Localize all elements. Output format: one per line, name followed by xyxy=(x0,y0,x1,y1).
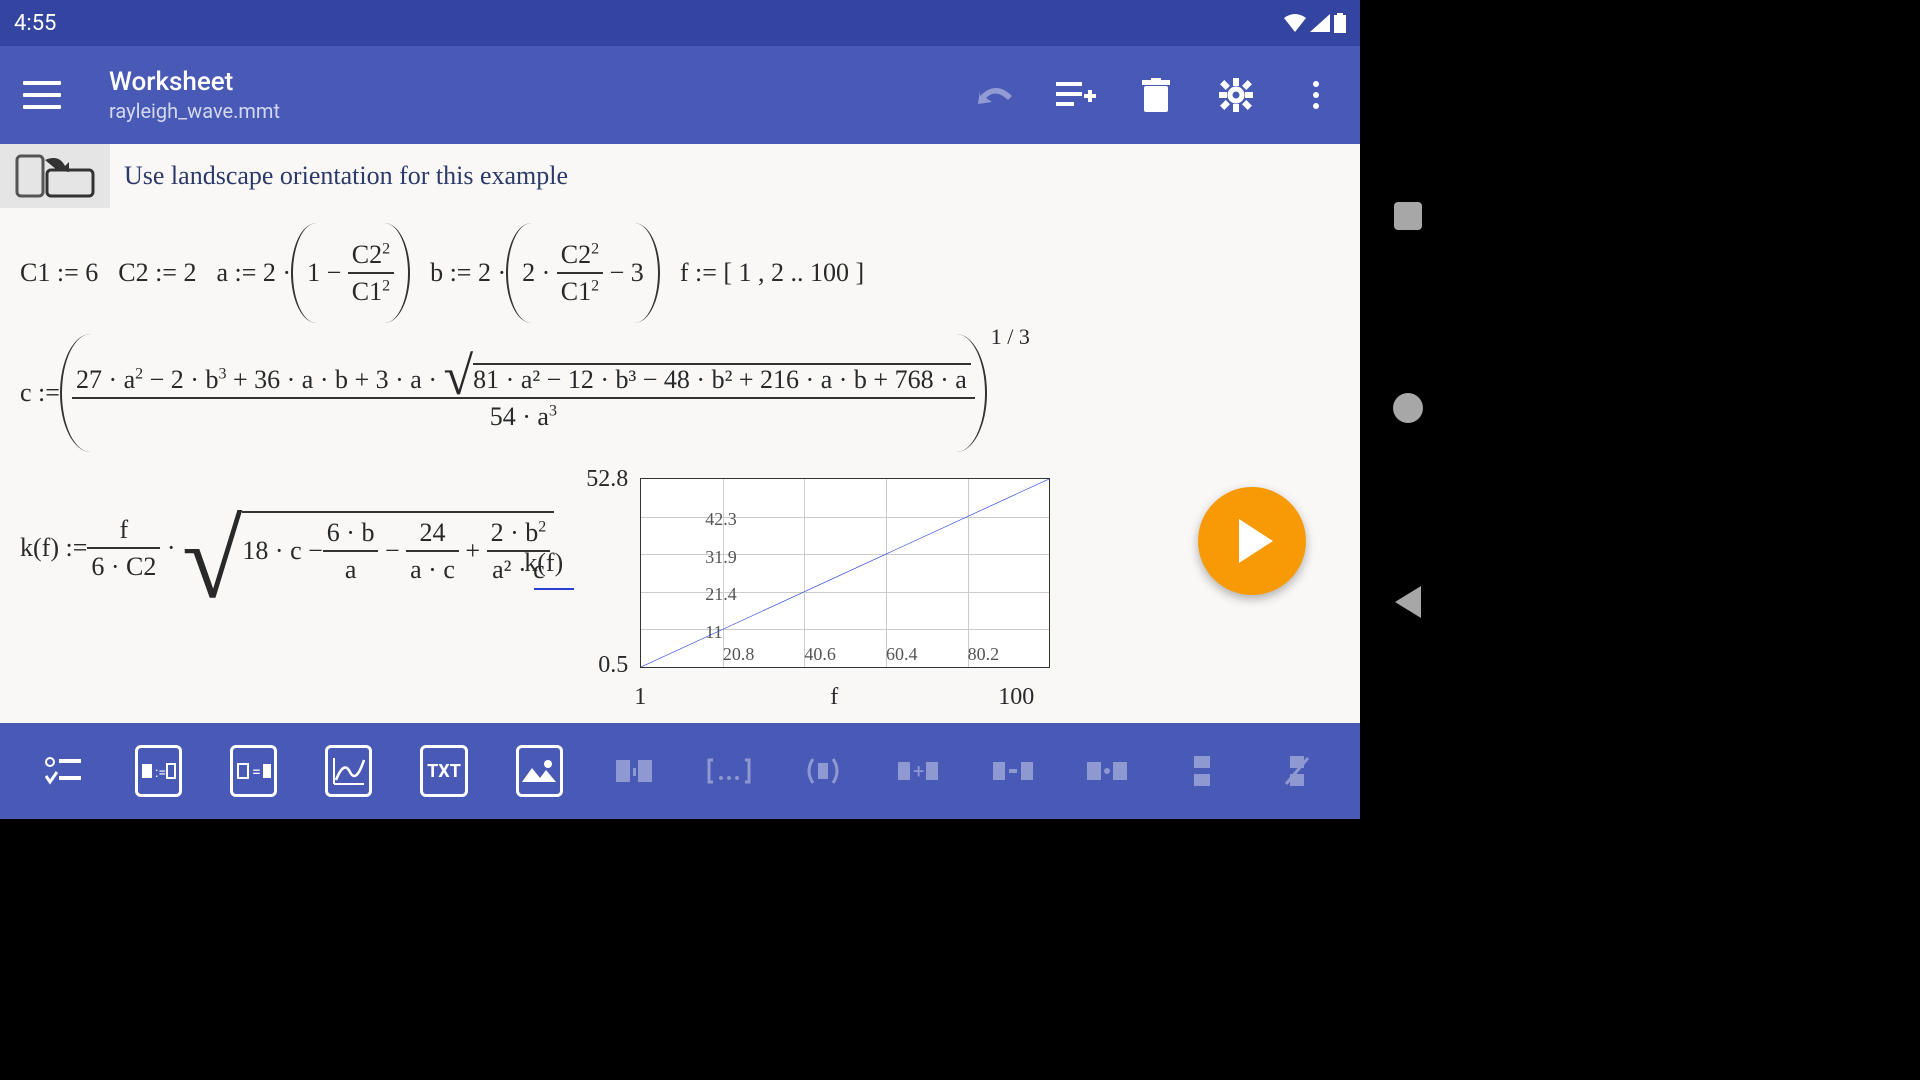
stack-icon xyxy=(1190,754,1214,788)
tool-frac[interactable] xyxy=(1273,745,1320,797)
span-add-icon: + xyxy=(896,756,940,786)
settings-button[interactable] xyxy=(1216,75,1256,115)
tool-assign[interactable]: := xyxy=(135,745,182,797)
action-bar xyxy=(976,75,1336,115)
math-area[interactable]: C1 := 6 C2 := 2 a := 2 · 1 − C22 C12 b :… xyxy=(0,208,1360,723)
def-b[interactable]: b := 2 · 2 · C22 C12 − 3 xyxy=(430,223,660,323)
tool-sep1[interactable] xyxy=(611,745,658,797)
blocks-icon xyxy=(614,756,654,786)
def-f[interactable]: f := [ 1 , 2 .. 100 ] xyxy=(680,258,864,288)
plot-xmin: 1 xyxy=(634,684,646,711)
plot-kf[interactable]: k(f) 52.8 0.5 42.3 31.9 xyxy=(580,468,1060,708)
tool-brackets[interactable] xyxy=(706,745,753,797)
wifi-icon xyxy=(1284,14,1306,32)
plot-xmax: 100 xyxy=(998,684,1034,711)
brackets-icon xyxy=(707,756,751,786)
plot-legend-line xyxy=(534,588,574,590)
row-kf-and-plot: k(f) := f 6 · C2 · √ 18 · c − 6 · b xyxy=(20,468,1340,708)
run-button[interactable] xyxy=(1198,487,1306,595)
plot-box: 42.3 31.9 21.4 11 20.8 40.6 60.4 80.2 xyxy=(640,478,1050,668)
status-icons xyxy=(1284,13,1346,33)
bottom-toolbar: := = TXT xyxy=(0,723,1360,819)
definition-kf[interactable]: k(f) := f 6 · C2 · √ 18 · c − 6 · b xyxy=(20,468,554,628)
def-a[interactable]: a := 2 · 1 − C22 C12 xyxy=(216,223,410,323)
status-bar: 4:55 xyxy=(0,0,1360,46)
menu-button[interactable] xyxy=(14,68,69,123)
assign-icon: := xyxy=(139,757,177,785)
clock: 4:55 xyxy=(14,11,56,36)
tool-image[interactable] xyxy=(516,745,563,797)
definition-c[interactable]: c := 27 · a2 − 2 · b3 + 36 · a · b + 3 ·… xyxy=(20,328,1340,458)
svg-text::=: := xyxy=(155,765,166,781)
plot-icon xyxy=(330,754,368,788)
nav-recent-button[interactable] xyxy=(1394,202,1422,230)
tool-span-add[interactable]: + xyxy=(895,745,942,797)
play-icon xyxy=(1239,519,1273,563)
parens-icon xyxy=(803,755,843,787)
tool-checklist[interactable] xyxy=(40,745,87,797)
tool-parens[interactable] xyxy=(800,745,847,797)
list-add-icon xyxy=(1056,80,1096,110)
undo-button[interactable] xyxy=(976,75,1016,115)
svg-text:+: + xyxy=(913,759,924,783)
tool-span-dot[interactable] xyxy=(1084,745,1131,797)
tool-plot[interactable] xyxy=(325,745,372,797)
battery-icon xyxy=(1334,13,1346,33)
txt-icon: TXT xyxy=(427,761,461,782)
add-item-button[interactable] xyxy=(1056,75,1096,115)
trash-icon xyxy=(1142,78,1170,112)
plot-y-series-label: k(f) xyxy=(524,548,563,578)
checklist-icon xyxy=(45,756,81,786)
tool-span-gap[interactable] xyxy=(989,745,1036,797)
hint-row: Use landscape orientation for this examp… xyxy=(0,144,1360,208)
frac-icon xyxy=(1282,754,1312,788)
nav-home-button[interactable] xyxy=(1393,393,1423,423)
equal-icon: = xyxy=(235,757,273,785)
orientation-icon[interactable] xyxy=(0,144,110,208)
image-icon xyxy=(520,756,558,786)
worksheet-content[interactable]: Use landscape orientation for this examp… xyxy=(0,144,1360,723)
plot-ymax: 52.8 xyxy=(586,466,628,493)
page-title: Worksheet xyxy=(109,67,976,97)
span-gap-icon xyxy=(991,756,1035,786)
signal-icon xyxy=(1310,14,1330,32)
gear-icon xyxy=(1219,78,1253,112)
plot-series-line xyxy=(641,479,1049,667)
svg-text:=: = xyxy=(252,762,261,781)
definitions-row-1: C1 := 6 C2 := 2 a := 2 · 1 − C22 C12 b :… xyxy=(20,218,1340,328)
def-c2[interactable]: C2 := 2 xyxy=(118,258,196,288)
def-c1[interactable]: C1 := 6 xyxy=(20,258,98,288)
tool-text[interactable]: TXT xyxy=(420,745,467,797)
tool-stack[interactable] xyxy=(1179,745,1226,797)
plot-xlabel: f xyxy=(830,684,838,711)
overflow-button[interactable] xyxy=(1296,75,1336,115)
delete-button[interactable] xyxy=(1136,75,1176,115)
titles: Worksheet rayleigh_wave.mmt xyxy=(109,67,976,123)
kebab-icon xyxy=(1313,81,1319,109)
span-dot-icon xyxy=(1085,756,1129,786)
nav-back-button[interactable] xyxy=(1395,586,1421,618)
system-nav-bar xyxy=(1360,0,1456,819)
hint-text: Use landscape orientation for this examp… xyxy=(124,161,568,191)
undo-icon xyxy=(978,84,1014,106)
plot-ymin: 0.5 xyxy=(598,652,628,679)
tool-equal[interactable]: = xyxy=(230,745,277,797)
app-bar: Worksheet rayleigh_wave.mmt xyxy=(0,46,1360,144)
exponent-third: 1 / 3 xyxy=(991,324,1030,350)
page-subtitle: rayleigh_wave.mmt xyxy=(109,99,976,123)
hamburger-icon xyxy=(23,81,61,109)
